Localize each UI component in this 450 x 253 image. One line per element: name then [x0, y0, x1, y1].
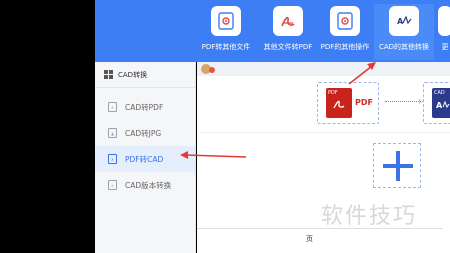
- annotation-arrows: [180, 62, 376, 159]
- annotation-arrow-toolbar: [348, 62, 376, 85]
- annotation-arrow-sidebar: [180, 151, 247, 159]
